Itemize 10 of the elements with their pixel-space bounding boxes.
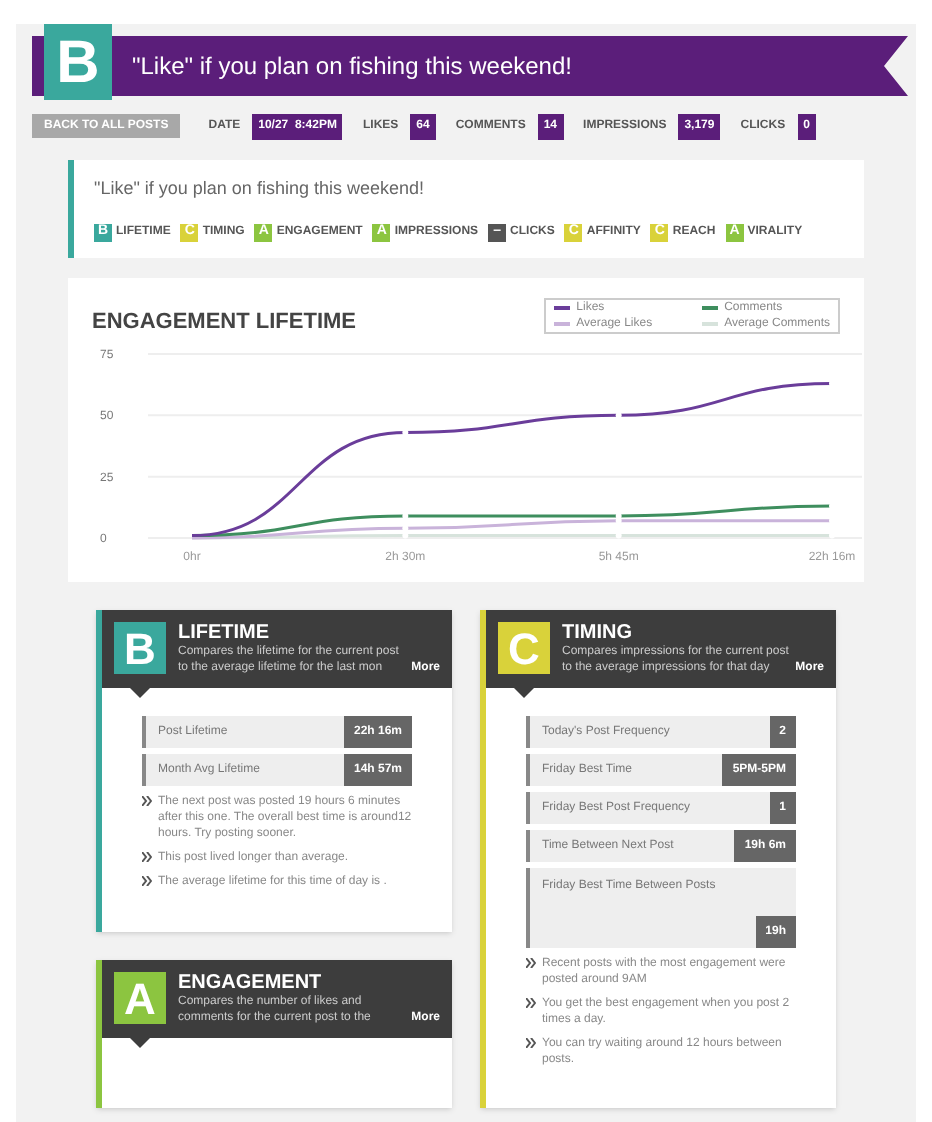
grade-badge: A [114,972,166,1024]
grade-badge: B [114,622,166,674]
grade-badge: B [44,24,112,100]
chart-title: ENGAGEMENT LIFETIME [92,307,356,337]
grade-badge: C [498,622,550,674]
post-text: "Like" if you plan on fishing this weekend! [94,176,426,202]
card-title: TIMING [562,622,634,644]
card-title: ENGAGEMENT [178,972,324,994]
card-title: LIFETIME [178,622,272,644]
post-title: "Like" if you plan on fishing this weekend! [132,50,572,84]
